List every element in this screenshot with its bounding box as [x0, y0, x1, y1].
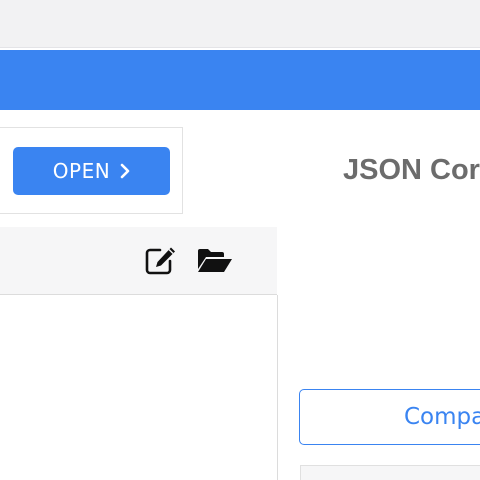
edit-icon[interactable]	[143, 244, 179, 276]
browser-top-bar	[0, 0, 480, 48]
open-button-label: OPEN	[52, 159, 111, 183]
page-title: JSON Cor	[343, 154, 480, 186]
json-editor-area[interactable]	[0, 295, 278, 480]
editor-toolbar	[0, 227, 277, 295]
open-button[interactable]: OPEN	[13, 147, 170, 195]
page: OPEN JSON Cor Compa	[0, 0, 480, 480]
header-banner	[0, 50, 480, 110]
compare-button[interactable]: Compa	[299, 389, 480, 445]
result-panel	[300, 465, 480, 480]
chevron-right-icon	[120, 163, 130, 179]
folder-open-icon[interactable]	[196, 246, 234, 274]
